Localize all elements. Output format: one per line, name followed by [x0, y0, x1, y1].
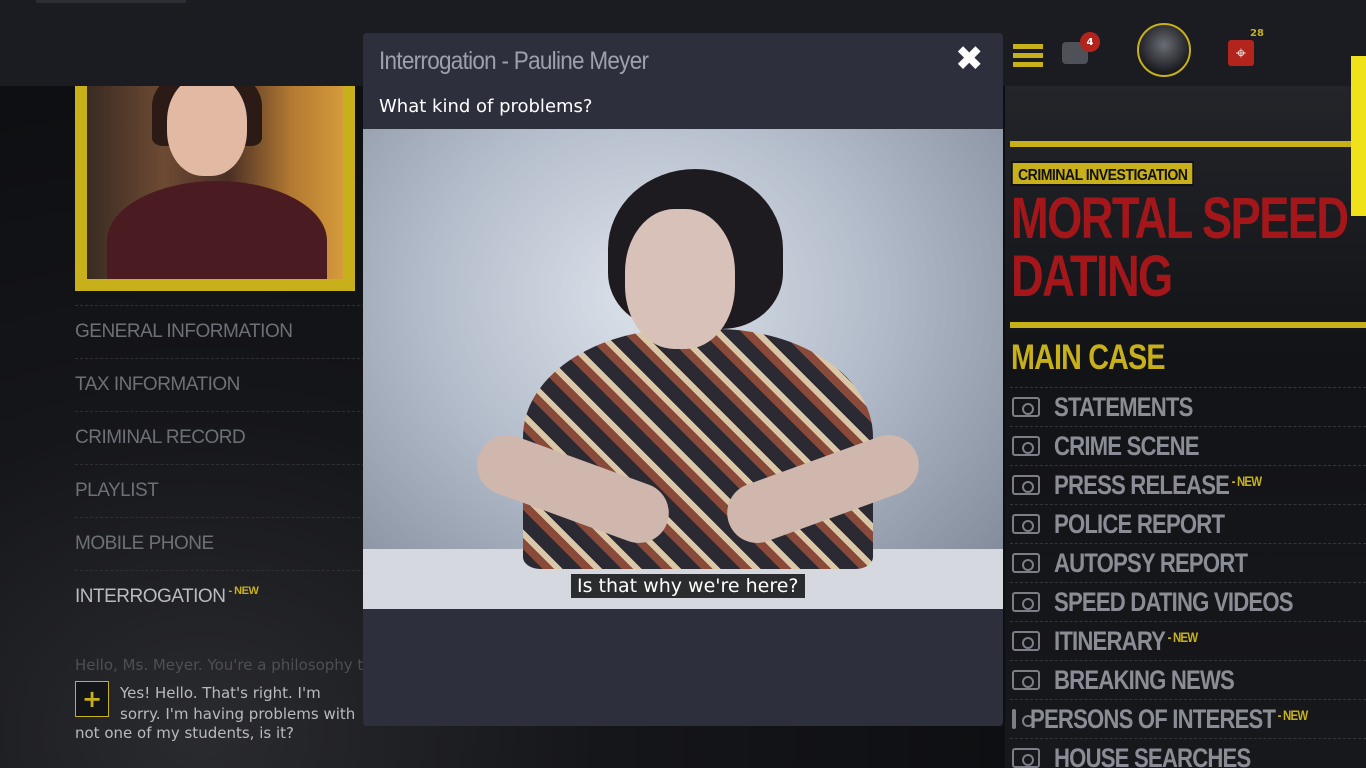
video-subject-head — [625, 209, 735, 349]
new-badge: - NEW — [228, 585, 259, 597]
profile-menu-label: GENERAL INFORMATION — [75, 321, 293, 342]
profile-menu-label: TAX INFORMATION — [75, 374, 240, 395]
profile-menu-label: INTERROGATION — [75, 586, 226, 607]
case-item-house-searches[interactable]: HOUSE SEARCHES — [1010, 738, 1366, 768]
case-item-label: HOUSE SEARCHES — [1054, 742, 1251, 768]
header-icons: 4 ⌖ 28 — [1010, 20, 1350, 80]
camera-icon — [1012, 592, 1040, 612]
divider — [1010, 322, 1366, 328]
case-item-label: STATEMENTS — [1054, 391, 1193, 422]
case-item-label: AUTOPSY REPORT — [1054, 547, 1248, 578]
new-badge: - NEW — [1167, 628, 1199, 645]
case-item-label: SPEED DATING VIDEOS — [1054, 586, 1293, 617]
case-item-itinerary[interactable]: ITINERARY - NEW — [1010, 621, 1366, 660]
video-subtitle: Is that why we're here? — [571, 574, 805, 598]
case-item-autopsy-report[interactable]: AUTOPSY REPORT — [1010, 543, 1366, 582]
newspaper-icon — [1012, 475, 1040, 495]
modal-title: Interrogation - Pauline Meyer — [379, 47, 649, 75]
profile-menu-interrogation[interactable]: INTERROGATION - NEW — [75, 570, 375, 623]
profile-menu-tax-information[interactable]: TAX INFORMATION — [75, 358, 375, 411]
interrogation-video[interactable]: Is that why we're here? — [363, 129, 1003, 609]
profile-menu-label: CRIMINAL RECORD — [75, 427, 246, 448]
case-item-statements[interactable]: STATEMENTS — [1010, 387, 1366, 426]
profile-menu-playlist[interactable]: PLAYLIST — [75, 464, 375, 517]
top-bar-line — [36, 0, 186, 3]
hamburger-menu-icon[interactable] — [1013, 44, 1043, 67]
chat-question-text: Hello, Ms. Meyer. You're a philosophy te… — [75, 656, 375, 674]
video-subject-body — [523, 329, 873, 569]
chat-answer-tail: not one of my students, is it? — [75, 724, 294, 742]
medical-kit-icon — [1012, 553, 1040, 573]
chat-answer-text: Yes! Hello. That's right. I'm sorry. I'm… — [120, 684, 356, 723]
case-item-breaking-news[interactable]: BREAKING NEWS — [1010, 660, 1366, 699]
case-item-label: ITINERARY - NEW — [1054, 625, 1199, 656]
close-icon[interactable]: ✖ — [955, 42, 984, 76]
case-item-crime-scene[interactable]: CRIME SCENE — [1010, 426, 1366, 465]
house-icon — [1012, 748, 1040, 768]
main-case-heading: MAIN CASE — [1011, 338, 1165, 377]
case-item-label: POLICE REPORT — [1054, 508, 1225, 539]
suspect-portrait — [75, 86, 355, 291]
new-badge: - NEW — [1231, 472, 1263, 489]
case-title: MORTAL SPEED DATING — [1011, 186, 1349, 309]
case-item-label: PRESS RELEASE - NEW — [1054, 469, 1263, 500]
people-icon — [1012, 709, 1034, 729]
profile-menu-label: MOBILE PHONE — [75, 533, 214, 554]
new-badge: - NEW — [1277, 706, 1309, 723]
case-item-label: CRIME SCENE — [1054, 430, 1200, 461]
chat-count-badge: 4 — [1080, 32, 1100, 52]
interrogation-modal: Interrogation - Pauline Meyer ✖ What kin… — [363, 33, 1003, 726]
case-item-persons-of-interest[interactable]: PERSONS OF INTEREST - NEW — [1010, 699, 1366, 738]
case-item-label: BREAKING NEWS — [1054, 664, 1235, 695]
case-item-press-release[interactable]: PRESS RELEASE - NEW — [1010, 465, 1366, 504]
divider — [1010, 141, 1351, 147]
case-navigation: STATEMENTS CRIME SCENE PRESS RELEASE - NE… — [1010, 387, 1366, 768]
newspaper-icon — [1012, 670, 1040, 690]
expand-button[interactable]: + — [75, 681, 109, 717]
modal-question: What kind of problems? — [379, 96, 593, 117]
profile-menu-general-information[interactable]: GENERAL INFORMATION — [75, 305, 375, 358]
camera-icon — [1012, 436, 1040, 456]
signpost-icon — [1012, 631, 1040, 651]
case-item-label: PERSONS OF INTEREST - NEW — [1030, 703, 1309, 734]
document-icon — [1012, 514, 1040, 534]
portrait-dress — [107, 181, 327, 279]
camera-icon — [1012, 397, 1040, 417]
profile-menu-mobile-phone[interactable]: MOBILE PHONE — [75, 517, 375, 570]
profile-menu: GENERAL INFORMATION TAX INFORMATION CRIM… — [75, 305, 375, 623]
case-item-police-report[interactable]: POLICE REPORT — [1010, 504, 1366, 543]
profile-menu-criminal-record[interactable]: CRIMINAL RECORD — [75, 411, 375, 464]
target-count-badge: 28 — [1250, 28, 1264, 39]
case-item-speed-dating-videos[interactable]: SPEED DATING VIDEOS — [1010, 582, 1366, 621]
portrait-image — [87, 86, 343, 279]
case-type-tag: CRIMINAL INVESTIGATION — [1011, 161, 1195, 186]
portrait-face — [167, 86, 247, 176]
avatar[interactable] — [1137, 23, 1191, 77]
target-icon[interactable]: ⌖ — [1228, 40, 1254, 66]
profile-menu-label: PLAYLIST — [75, 480, 159, 501]
